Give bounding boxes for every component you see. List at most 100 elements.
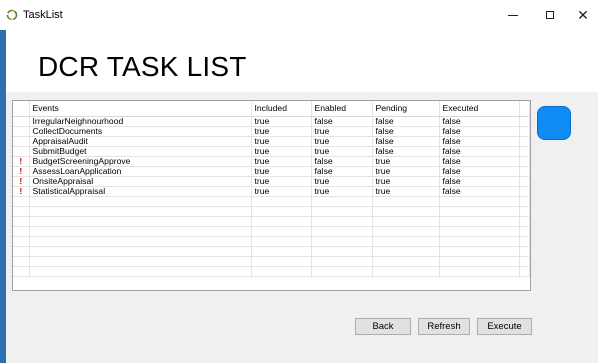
empty-cell [29,266,252,277]
empty-cell [372,236,440,247]
table-row[interactable]: ! BudgetScreeningApprove true false true… [13,156,530,167]
empty-table-row [13,256,530,267]
included-cell: true [251,176,312,187]
empty-cell [519,226,530,237]
pending-flag-icon [13,136,30,147]
empty-cell [439,256,520,267]
empty-cell [251,266,312,277]
empty-cell [372,256,440,267]
empty-cell [29,256,252,267]
empty-table-row [13,206,530,217]
column-header-included[interactable]: Included [251,101,312,117]
pending-cell: false [372,136,440,147]
enabled-cell: false [311,116,373,127]
maximize-button[interactable] [533,0,567,30]
included-cell: true [251,166,312,177]
pending-cell: false [372,116,440,127]
empty-table-row [13,216,530,227]
empty-cell [439,266,520,277]
empty-cell [29,196,252,207]
filler-cell [519,186,530,197]
empty-cell [372,226,440,237]
table-row[interactable]: SubmitBudget true true false false [13,146,530,157]
pending-flag-icon [13,126,30,137]
pending-cell: true [372,166,440,177]
pending-cell: false [372,146,440,157]
table-row[interactable]: CollectDocuments true true false false [13,126,530,137]
back-button[interactable]: Back [355,318,411,335]
pending-flag-icon: ! [13,156,30,167]
title-bar[interactable]: TaskList ✕ [0,0,598,30]
status-action-button[interactable] [537,106,571,140]
empty-cell [372,196,440,207]
empty-table-row [13,236,530,247]
filler-cell [519,136,530,147]
pending-flag-icon: ! [13,176,30,187]
empty-cell [251,246,312,257]
empty-cell [251,256,312,267]
task-grid[interactable]: Events Included Enabled Pending Executed… [12,100,531,291]
empty-cell [13,246,30,257]
empty-cell [439,236,520,247]
empty-cell [439,226,520,237]
empty-cell [29,226,252,237]
event-cell: BudgetScreeningApprove [29,156,252,167]
filler-cell [519,116,530,127]
column-header-enabled[interactable]: Enabled [311,101,373,117]
included-cell: true [251,156,312,167]
empty-cell [29,216,252,227]
empty-cell [372,216,440,227]
table-row[interactable]: AppraisalAudit true true false false [13,136,530,147]
included-cell: true [251,136,312,147]
empty-cell [439,246,520,257]
empty-cell [311,226,373,237]
empty-cell [519,246,530,257]
executed-cell: false [439,146,520,157]
executed-cell: false [439,156,520,167]
executed-cell: false [439,116,520,127]
execute-button[interactable]: Execute [477,318,532,335]
pending-cell: true [372,176,440,187]
minimize-icon [508,14,518,16]
executed-cell: false [439,176,520,187]
enabled-cell: false [311,156,373,167]
empty-cell [251,236,312,247]
filler-cell [519,156,530,167]
empty-cell [519,196,530,207]
event-cell: StatisticalAppraisal [29,186,252,197]
event-cell: IrregularNeighnourhood [29,116,252,127]
column-header-pending[interactable]: Pending [372,101,440,117]
column-header-events[interactable]: Events [29,101,252,117]
header-panel: DCR TASK LIST [6,30,598,92]
empty-cell [519,256,530,267]
empty-cell [372,246,440,257]
maximize-icon [546,11,554,19]
event-cell: AssessLoanApplication [29,166,252,177]
enabled-cell: true [311,176,373,187]
empty-cell [13,256,30,267]
table-row[interactable]: ! OnsiteAppraisal true true true false [13,176,530,187]
column-header-filler [519,101,530,117]
event-cell: SubmitBudget [29,146,252,157]
minimize-button[interactable] [496,0,530,30]
table-row[interactable]: ! AssessLoanApplication true false true … [13,166,530,177]
empty-cell [439,196,520,207]
close-button[interactable]: ✕ [566,0,598,30]
enabled-cell: true [311,126,373,137]
empty-cell [251,226,312,237]
empty-cell [29,206,252,217]
column-header-executed[interactable]: Executed [439,101,520,117]
page-title: DCR TASK LIST [38,51,247,82]
table-row[interactable]: ! StatisticalAppraisal true true true fa… [13,186,530,197]
refresh-button[interactable]: Refresh [418,318,470,335]
empty-cell [311,206,373,217]
column-header-flag[interactable] [13,101,30,117]
table-row[interactable]: IrregularNeighnourhood true false false … [13,116,530,127]
pending-flag-icon: ! [13,186,30,197]
empty-cell [13,206,30,217]
empty-cell [13,216,30,227]
empty-cell [519,206,530,217]
empty-cell [251,196,312,207]
empty-cell [311,196,373,207]
empty-cell [519,236,530,247]
